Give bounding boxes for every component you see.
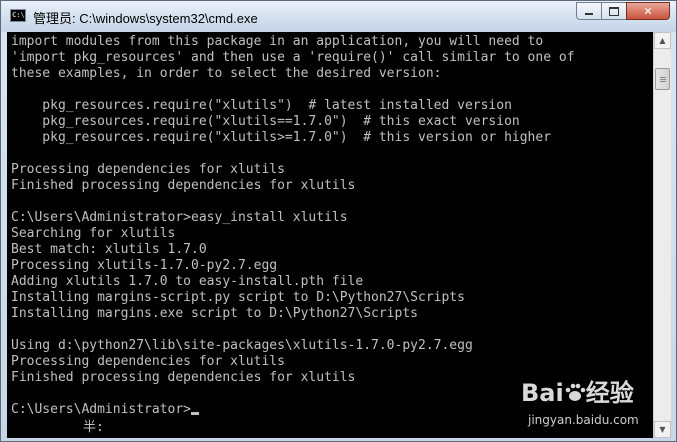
console-line: Searching for xlutils (11, 226, 176, 241)
console-line: Installing margins.exe script to D:\Pyth… (11, 306, 418, 321)
arrow-down-icon: ▼ (659, 425, 666, 434)
console-line: Processing dependencies for xlutils (11, 354, 285, 369)
close-icon: ✕ (643, 4, 653, 18)
console-line: Finished processing dependencies for xlu… (11, 178, 356, 193)
console-line: Best match: xlutils 1.7.0 (11, 242, 207, 257)
console-line: Processing dependencies for xlutils (11, 162, 285, 177)
scroll-up-button[interactable]: ▲ (654, 32, 671, 49)
cmd-app-icon[interactable]: C:\ (10, 9, 26, 22)
title-bar[interactable]: C:\ 管理员: C:\windows\system32\cmd.exe ✕ (1, 1, 676, 32)
console-line: pkg_resources.require("xlutils==1.7.0") … (11, 114, 520, 129)
watermark-url: jingyan.baidu.com (528, 413, 639, 427)
console-line: Using d:\python27\lib\site-packages\xlut… (11, 338, 473, 353)
minimize-button[interactable] (576, 2, 602, 20)
console-line: pkg_resources.require("xlutils>=1.7.0") … (11, 130, 552, 145)
watermark-brand: Bai (521, 379, 564, 407)
console-line: Adding xlutils 1.7.0 to easy-install.pth… (11, 274, 364, 289)
prompt-line[interactable]: C:\Users\Administrator> (11, 402, 200, 418)
watermark-brand-2: 经验 (585, 379, 634, 407)
scroll-thumb[interactable] (655, 68, 670, 90)
text-cursor (191, 412, 200, 415)
close-button[interactable]: ✕ (626, 2, 670, 20)
console-line: C:\Users\Administrator>easy_install xlut… (11, 210, 348, 225)
minimize-icon (585, 13, 593, 15)
console-line: Finished processing dependencies for xlu… (11, 370, 356, 385)
window-controls: ✕ (576, 2, 670, 22)
console-line: pkg_resources.require("xlutils") # lates… (11, 98, 512, 113)
grip-icon (660, 77, 666, 78)
console-line: import modules from this package in an a… (11, 34, 544, 49)
paw-logo-icon (565, 383, 586, 401)
console-line: Installing margins-script.py script to D… (11, 290, 465, 305)
cmd-window: C:\ 管理员: C:\windows\system32\cmd.exe ✕ i… (0, 0, 677, 442)
arrow-up-icon: ▲ (659, 36, 666, 45)
maximize-button[interactable] (601, 2, 627, 20)
console-line: 'import pkg_resources' and then use a 'r… (11, 50, 575, 65)
vertical-scrollbar[interactable]: ▲ ▼ (653, 32, 671, 438)
window-title: 管理员: C:\windows\system32\cmd.exe (33, 11, 258, 26)
console-line: Processing xlutils-1.7.0-py2.7.egg (11, 258, 278, 273)
scroll-down-button[interactable]: ▼ (654, 421, 671, 438)
prompt-text: C:\Users\Administrator> (11, 402, 192, 417)
baidu-watermark: Bai 经验 (521, 373, 634, 408)
maximize-icon (609, 6, 619, 16)
console-line: these examples, in order to select the d… (11, 66, 442, 81)
ime-status-indicator: 半: (83, 420, 104, 435)
